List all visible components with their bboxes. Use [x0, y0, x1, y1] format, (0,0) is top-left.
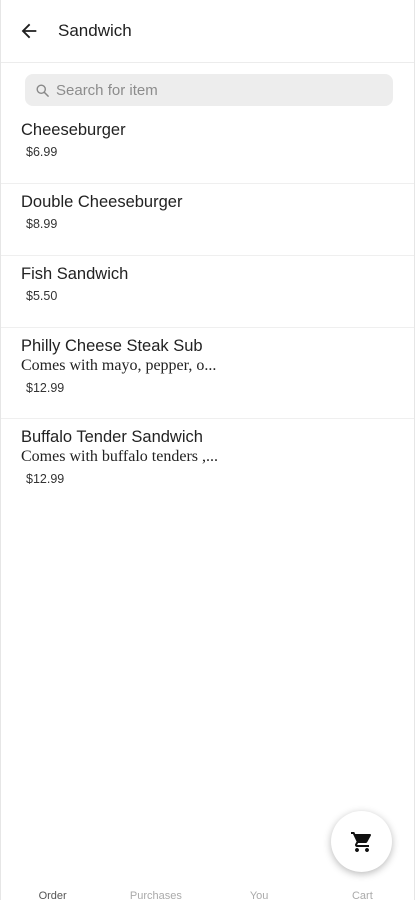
list-item[interactable]: Philly Cheese Steak Sub Comes with mayo,… [1, 328, 414, 419]
item-description: Comes with buffalo tenders ,... [21, 448, 219, 465]
item-name: Double Cheeseburger [21, 193, 183, 211]
header-bar: Sandwich [1, 0, 414, 63]
app-screen: Sandwich Cheeseburger $6.99 Double Chees… [0, 0, 415, 900]
search-input[interactable] [56, 81, 376, 99]
item-name: Cheeseburger [21, 121, 126, 139]
list-item[interactable]: Cheeseburger $6.99 [1, 112, 414, 184]
bottom-nav: Order Purchases You Cart [1, 886, 414, 900]
nav-order[interactable]: Order [13, 886, 93, 900]
item-name: Buffalo Tender Sandwich [21, 428, 203, 446]
item-name: Philly Cheese Steak Sub [21, 337, 203, 355]
item-list: Cheeseburger $6.99 Double Cheeseburger $… [1, 112, 414, 510]
back-button[interactable] [17, 19, 41, 43]
item-price: $6.99 [26, 145, 58, 159]
cart-icon [350, 831, 371, 852]
nav-cart[interactable]: Cart [322, 886, 402, 900]
item-price: $12.99 [26, 472, 65, 486]
search-icon [34, 82, 50, 98]
item-price: $12.99 [26, 381, 65, 395]
item-description: Comes with mayo, pepper, o... [21, 357, 217, 374]
item-price: $5.50 [26, 289, 58, 303]
nav-you[interactable]: You [219, 886, 299, 900]
list-item[interactable]: Fish Sandwich $5.50 [1, 256, 414, 328]
item-name: Fish Sandwich [21, 265, 129, 283]
arrow-left-icon [21, 23, 37, 39]
page-title: Sandwich [58, 21, 132, 40]
list-item[interactable]: Double Cheeseburger $8.99 [1, 184, 414, 256]
list-item[interactable]: Buffalo Tender Sandwich Comes with buffa… [1, 419, 414, 510]
item-price: $8.99 [26, 217, 58, 231]
search-bar[interactable] [25, 74, 393, 106]
cart-button[interactable] [331, 811, 392, 872]
nav-purchases[interactable]: Purchases [116, 886, 196, 900]
